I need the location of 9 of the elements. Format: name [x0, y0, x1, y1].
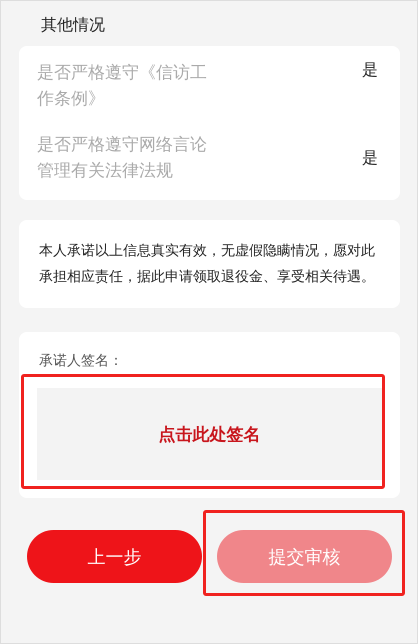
question-label: 是否严格遵守《信访工作条例》	[37, 62, 208, 111]
section-title: 其他情况	[41, 15, 106, 36]
back-button[interactable]: 上一步	[27, 530, 202, 583]
answer-value: 是	[362, 60, 378, 81]
pledge-text: 本人承诺以上信息真实有效，无虚假隐瞒情况，愿对此承担相应责任，据此申请领取退役金、享受相关待遇。	[19, 220, 400, 308]
question-label: 是否严格遵守网络言论管理有关法律法规	[37, 134, 208, 183]
signature-pad[interactable]: 点击此处签名	[37, 388, 382, 480]
signature-label: 承诺人签名：	[39, 352, 124, 370]
answer-value: 是	[362, 148, 378, 168]
